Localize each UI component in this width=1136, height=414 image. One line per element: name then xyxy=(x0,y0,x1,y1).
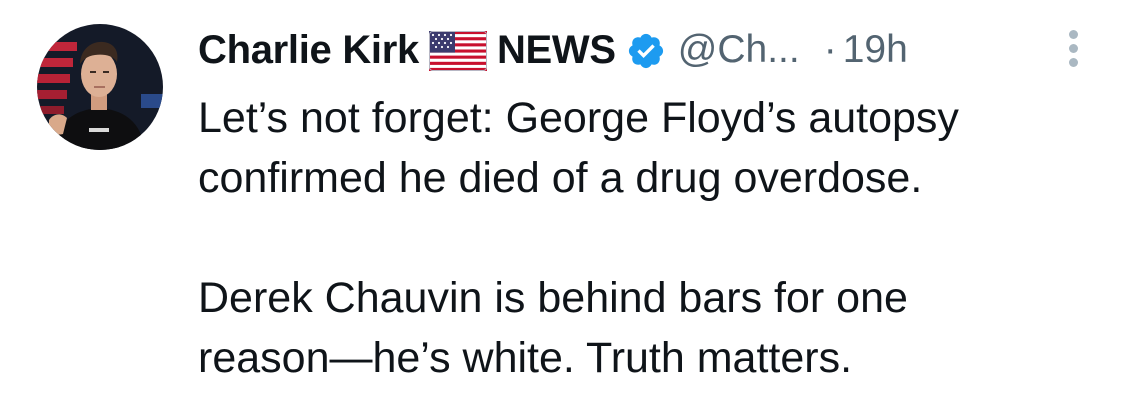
display-name-suffix[interactable]: NEWS xyxy=(497,28,616,73)
verified-badge-icon[interactable] xyxy=(626,31,666,71)
tweet-text-line: Derek Chauvin is behind bars for one xyxy=(198,274,908,322)
us-flag-icon xyxy=(428,31,487,71)
display-name[interactable]: Charlie Kirk xyxy=(198,28,419,73)
tweet-text-line: reason—he’s white. Truth matters. xyxy=(198,334,853,382)
tweet-text-blank-line xyxy=(198,208,1118,268)
avatar[interactable] xyxy=(37,24,163,150)
tweet-text: Let’s not forget: George Floyd’s autopsy… xyxy=(198,88,1118,388)
tweet-text-line: confirmed he died of a drug overdose. xyxy=(198,154,923,202)
separator-dot: · xyxy=(823,28,837,71)
timestamp[interactable]: 19h xyxy=(843,28,908,72)
avatar-image xyxy=(37,24,163,150)
tweet-header: Charlie Kirk NEWS @Ch... · 19h xyxy=(198,22,908,78)
handle[interactable]: @Ch... xyxy=(678,28,800,72)
tweet[interactable]: Charlie Kirk NEWS @Ch... · 19h Let’s not… xyxy=(0,0,1136,414)
more-options-icon[interactable] xyxy=(1066,30,1080,72)
tweet-text-line: Let’s not forget: George Floyd’s autopsy xyxy=(198,94,959,142)
